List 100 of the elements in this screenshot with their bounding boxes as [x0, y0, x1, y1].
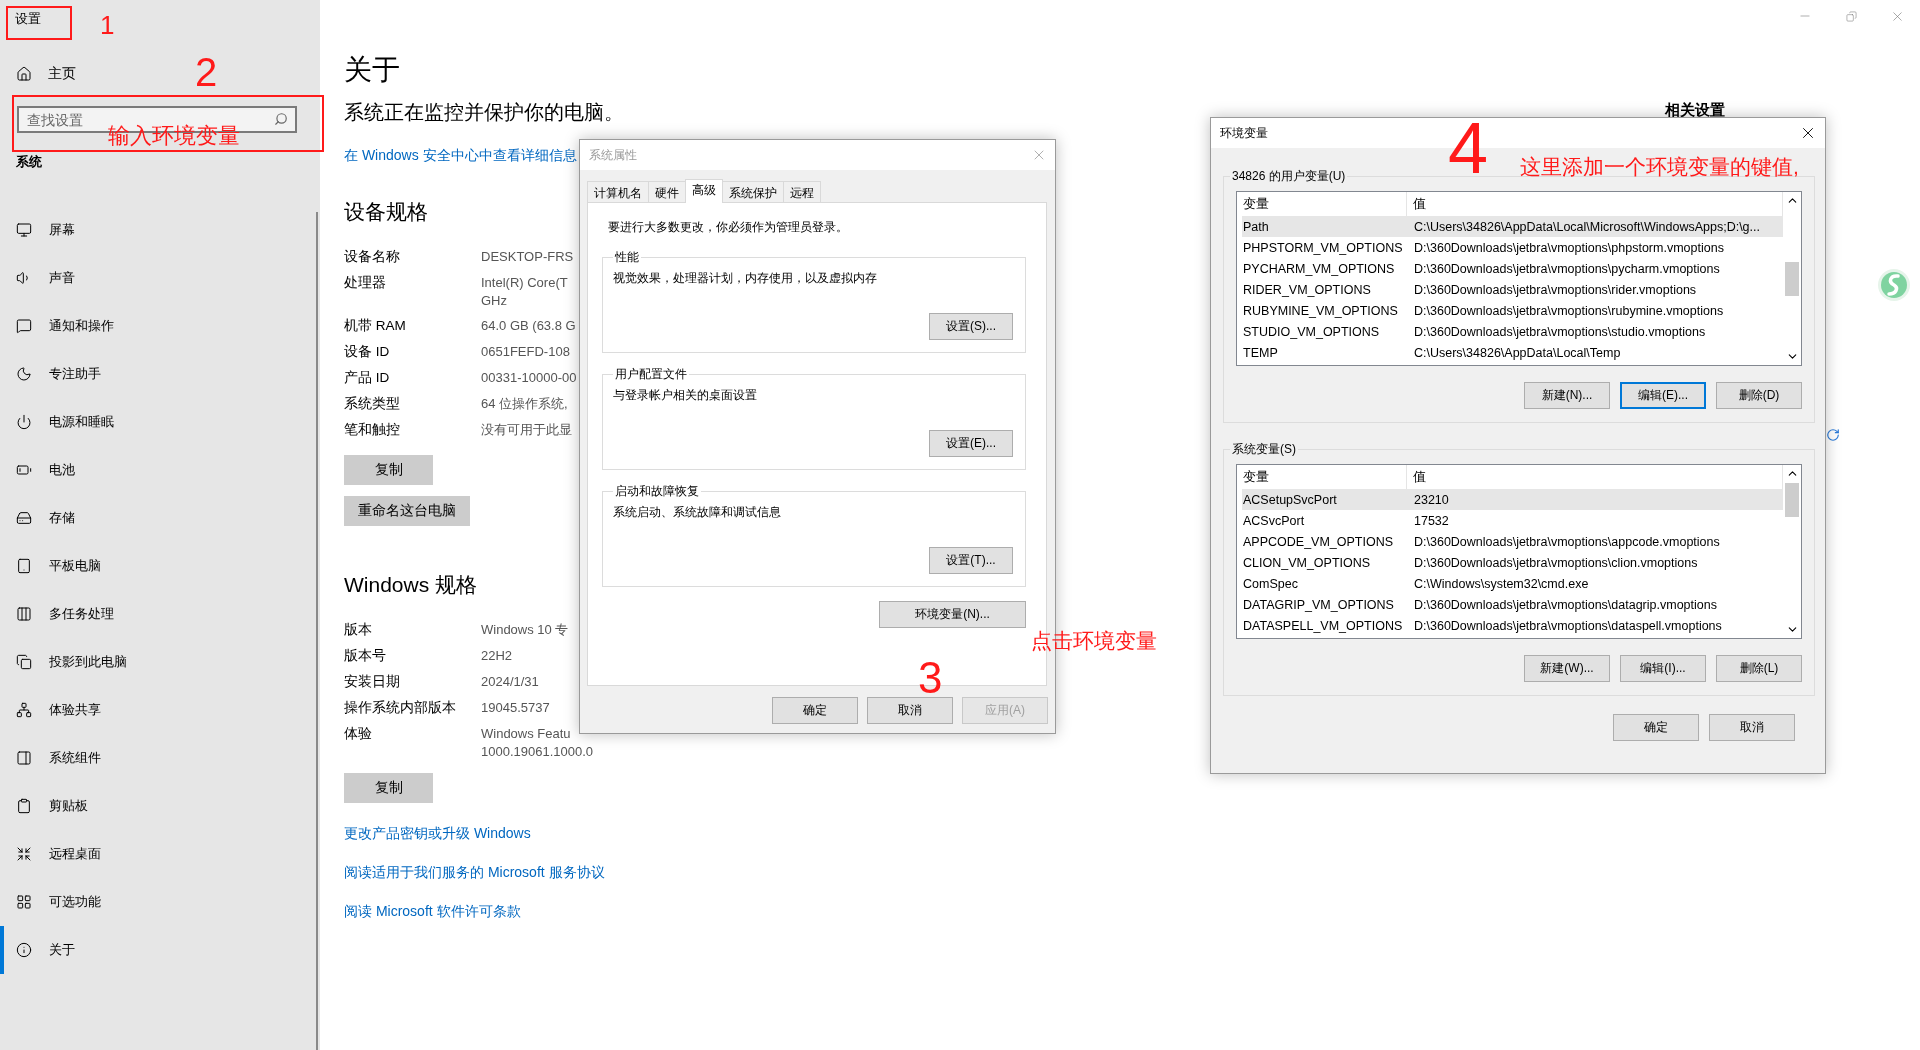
- spec-value: 2024/1/31: [481, 673, 540, 691]
- nav-item[interactable]: 投影到此电脑: [0, 638, 316, 686]
- info-link[interactable]: 更改产品密钥或升级 Windows: [344, 823, 531, 843]
- nav-item[interactable]: 电池: [0, 446, 316, 494]
- nav-item[interactable]: 系统组件: [0, 734, 316, 782]
- variable-row[interactable]: APPCODE_VM_OPTIONS D:\360Downloads\jetbra\vmoptions\appcode.vmoptions: [1242, 531, 1783, 552]
- admin-note: 要进行大多数更改，你必须作为管理员登录。: [607, 219, 849, 235]
- nav-item[interactable]: 声音: [0, 254, 316, 302]
- variable-name: DATAGRIP_VM_OPTIONS: [1242, 597, 1395, 612]
- variable-value: D:\360Downloads\jetbra\vmoptions\phpstorm.vmoptions: [1413, 240, 1725, 255]
- dialog-button[interactable]: 确定: [772, 697, 858, 724]
- variable-row[interactable]: CLION_VM_OPTIONS D:\360Downloads\jetbra\vmoptions\clion.vmoptions: [1242, 552, 1783, 573]
- nav-item[interactable]: 剪贴板: [0, 782, 316, 830]
- nav-item[interactable]: 存储: [0, 494, 316, 542]
- variable-value: C:\Users\34826\AppData\Local\Temp: [1413, 345, 1622, 360]
- spec-value: DESKTOP-FRS: [481, 248, 575, 266]
- battery-icon: [16, 462, 32, 478]
- nav-label: 通知和操作: [49, 317, 114, 335]
- home-icon: [16, 66, 32, 82]
- dialog-button[interactable]: 新建(N)...: [1524, 382, 1610, 409]
- spec-value: 没有可用于此显: [481, 421, 573, 439]
- dialog-button[interactable]: 编辑(I)...: [1620, 655, 1706, 682]
- variable-row[interactable]: ACSetupSvcPort 23210: [1242, 489, 1783, 510]
- grid-icon: [16, 894, 32, 910]
- dialog-button[interactable]: 删除(D): [1716, 382, 1802, 409]
- nav-label: 平板电脑: [49, 557, 101, 575]
- nav-item[interactable]: 屏幕: [0, 206, 316, 254]
- settings-button[interactable]: 设置(S)...: [929, 313, 1013, 340]
- home-nav-item[interactable]: 主页: [8, 50, 84, 98]
- info-link[interactable]: 阅读 Microsoft 软件许可条款: [344, 901, 521, 921]
- variable-row[interactable]: RUBYMINE_VM_OPTIONS D:\360Downloads\jetbra\vmoptions\rubymine.vmoptions: [1242, 300, 1783, 321]
- dialog-button[interactable]: 确定: [1613, 714, 1699, 741]
- nav-label: 关于: [49, 941, 75, 959]
- security-link[interactable]: 在 Windows 安全中心中查看详细信息: [344, 145, 577, 165]
- arrows-icon: [16, 846, 32, 862]
- scrollbar-thumb[interactable]: [1785, 483, 1799, 517]
- search-icon[interactable]: [274, 112, 288, 126]
- variable-row[interactable]: TEMP C:\Users\34826\AppData\Local\Temp: [1242, 342, 1783, 363]
- spec-value: Windows 10 专: [481, 621, 570, 639]
- protection-status: 系统正在监控并保护你的电脑。: [344, 100, 624, 125]
- info-link[interactable]: 阅读适用于我们服务的 Microsoft 服务协议: [344, 862, 605, 882]
- nav-label: 屏幕: [49, 221, 75, 239]
- nav-item[interactable]: 可选功能: [0, 878, 316, 926]
- spec-value: 22H2: [481, 647, 514, 665]
- dialog-button[interactable]: 取消: [1709, 714, 1795, 741]
- dialog-button[interactable]: 删除(L): [1716, 655, 1802, 682]
- spec-value: Windows Featu 1000.19061.1000.0: [481, 725, 594, 761]
- variable-row[interactable]: DATASPELL_VM_OPTIONS D:\360Downloads\jetbra\vmoptions\dataspell.vmoptions: [1242, 615, 1783, 636]
- annotation-frame: [6, 6, 72, 40]
- nav-label: 专注助手: [49, 365, 101, 383]
- nav-item[interactable]: 远程桌面: [0, 830, 316, 878]
- variable-row[interactable]: RIDER_VM_OPTIONS D:\360Downloads\jetbra\vmoptions\rider.vmoptions: [1242, 279, 1783, 300]
- variable-value: D:\360Downloads\jetbra\vmoptions\studio.vmoptions: [1413, 324, 1707, 339]
- variable-row[interactable]: PHPSTORM_VM_OPTIONS D:\360Downloads\jetbra\vmoptions\phpstorm.vmoptions: [1242, 237, 1783, 258]
- variable-row[interactable]: STUDIO_VM_OPTIONS D:\360Downloads\jetbra\vmoptions\studio.vmoptions: [1242, 321, 1783, 342]
- spec-label: 安装日期: [344, 673, 401, 691]
- variable-row[interactable]: ComSpec C:\Windows\system32\cmd.exe: [1242, 573, 1783, 594]
- dialog-button[interactable]: 新建(W)...: [1524, 655, 1610, 682]
- scrollbar-thumb[interactable]: [1785, 262, 1799, 296]
- copy-button[interactable]: 复制: [344, 455, 433, 485]
- group-title: 用户配置文件: [614, 366, 688, 383]
- nav-item[interactable]: 专注助手: [0, 350, 316, 398]
- drive-icon: [16, 510, 32, 526]
- annotation-number: 3: [918, 656, 943, 700]
- nav-item[interactable]: 体验共享: [0, 686, 316, 734]
- variable-value: D:\360Downloads\jetbra\vmoptions\rider.vmoptions: [1413, 282, 1698, 297]
- variable-name: DATASPELL_VM_OPTIONS: [1242, 618, 1404, 633]
- nav-label: 声音: [49, 269, 75, 287]
- variable-name: ComSpec: [1242, 576, 1299, 591]
- dialog-button[interactable]: 编辑(E)...: [1620, 382, 1706, 409]
- dialog-button[interactable]: 取消: [867, 697, 953, 724]
- dialog-tab[interactable]: 远程: [783, 181, 821, 203]
- annotation-number: 2: [195, 52, 218, 92]
- dialog-tab[interactable]: 计算机名: [587, 181, 649, 203]
- nav-item[interactable]: 通知和操作: [0, 302, 316, 350]
- spec-label: 版本: [344, 621, 373, 639]
- variable-name: CLION_VM_OPTIONS: [1242, 555, 1372, 570]
- rename-button[interactable]: 重命名这台电脑: [344, 496, 470, 526]
- variable-row[interactable]: DATAGRIP_VM_OPTIONS D:\360Downloads\jetbra\vmoptions\datagrip.vmoptions: [1242, 594, 1783, 615]
- variable-row[interactable]: ACSvcPort 17532: [1242, 510, 1783, 531]
- nav-label: 多任务处理: [49, 605, 114, 623]
- variable-name: APPCODE_VM_OPTIONS: [1242, 534, 1395, 549]
- spec-label: 处理器: [344, 274, 387, 292]
- section-heading: 设备规格: [344, 199, 428, 225]
- environment-variables-button[interactable]: 环境变量(N)...: [879, 601, 1026, 628]
- nav-item[interactable]: 电源和睡眠: [0, 398, 316, 446]
- restore-icon[interactable]: [1845, 10, 1857, 22]
- spec-label: 系统类型: [344, 395, 401, 413]
- window-title: 设置: [15, 10, 41, 28]
- settings-button[interactable]: 设置(T)...: [929, 547, 1013, 574]
- variable-row[interactable]: PYCHARM_VM_OPTIONS D:\360Downloads\jetbra\vmoptions\pycharm.vmoptions: [1242, 258, 1783, 279]
- copy-button[interactable]: 复制: [344, 773, 433, 803]
- settings-button[interactable]: 设置(E)...: [929, 430, 1013, 457]
- floating-ball-icon[interactable]: [1877, 268, 1911, 302]
- dialog-tab[interactable]: 高级: [685, 179, 723, 203]
- refresh-icon[interactable]: [1826, 428, 1840, 442]
- spec-label: 版本号: [344, 647, 387, 665]
- nav-item[interactable]: 多任务处理: [0, 590, 316, 638]
- variable-row[interactable]: Path C:\Users\34826\AppData\Local\Microsoft\WindowsApps;D:\g...: [1242, 216, 1783, 237]
- nav-item[interactable]: 平板电脑: [0, 542, 316, 590]
